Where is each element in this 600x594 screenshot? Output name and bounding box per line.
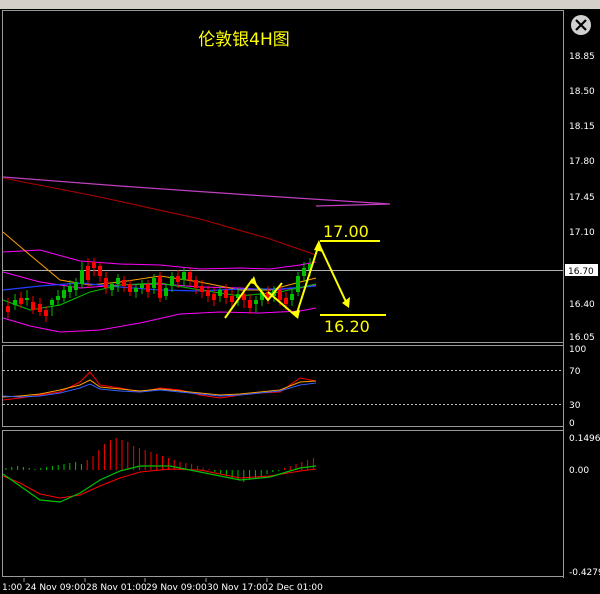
candle-body bbox=[290, 294, 294, 300]
candle-body bbox=[31, 302, 35, 310]
candle-body bbox=[74, 282, 78, 290]
candle-body bbox=[116, 278, 120, 284]
current-price-label: 16.70 bbox=[568, 267, 594, 277]
rsi-tick: 0 bbox=[569, 419, 575, 429]
price-tick: 17.80 bbox=[569, 157, 595, 167]
price-tick: 18.50 bbox=[569, 87, 595, 97]
candle-body bbox=[158, 276, 162, 298]
macd-tick: 0.00 bbox=[569, 466, 589, 476]
candle-body bbox=[13, 300, 17, 305]
candle-body bbox=[248, 300, 252, 308]
candle-body bbox=[62, 290, 66, 298]
timeframe-bar[interactable] bbox=[280, 0, 600, 9]
zoom-in-icon[interactable] bbox=[6, 0, 18, 8]
candle-body bbox=[68, 286, 72, 292]
price-tick: 17.10 bbox=[569, 228, 595, 238]
candle-body bbox=[98, 266, 102, 276]
candle-body bbox=[206, 290, 210, 296]
candle-body bbox=[122, 280, 126, 286]
price-tick: 18.85 bbox=[569, 52, 595, 62]
time-label: 2 Dec 01:00 bbox=[268, 583, 323, 593]
chart-window[interactable]: 伦敦银4H图 18.85 18.50 18.15 17.80 17.45 17.… bbox=[0, 9, 600, 594]
crosshair-icon[interactable] bbox=[96, 0, 108, 8]
price-tick: 16.40 bbox=[569, 300, 595, 310]
candle-body bbox=[110, 284, 114, 290]
candle-body bbox=[278, 290, 282, 300]
candle-body bbox=[38, 304, 42, 312]
zoom-out-icon[interactable] bbox=[22, 0, 34, 8]
price-tick: 16.05 bbox=[569, 333, 595, 343]
add-indicator-icon[interactable] bbox=[172, 0, 184, 8]
candle-body bbox=[218, 290, 222, 296]
target-down-label: 16.20 bbox=[324, 317, 370, 336]
candle-body bbox=[182, 272, 186, 280]
candle-body bbox=[230, 296, 234, 302]
candle-body bbox=[284, 298, 288, 304]
candle-body bbox=[200, 286, 204, 292]
candle-body bbox=[128, 284, 132, 292]
rsi-tick: 30 bbox=[569, 401, 581, 411]
candle-body bbox=[194, 280, 198, 288]
grid-icon[interactable] bbox=[60, 0, 72, 8]
rsi-tick: 70 bbox=[569, 367, 581, 377]
candle-body bbox=[188, 272, 192, 280]
time-label: 24 Nov 09:00 bbox=[25, 583, 86, 593]
candle-body bbox=[224, 290, 228, 298]
candle-body bbox=[134, 288, 138, 292]
candle-body bbox=[212, 294, 216, 300]
candle-body bbox=[6, 306, 10, 312]
time-label: 30 Nov 17:00 bbox=[207, 583, 268, 593]
line-tool-icon[interactable] bbox=[130, 0, 142, 8]
candle-body bbox=[176, 276, 180, 282]
macd-tick: 0.1496 bbox=[569, 434, 600, 444]
time-label: 1:00 bbox=[2, 583, 22, 593]
candle-body bbox=[86, 266, 90, 280]
candle-body bbox=[44, 310, 48, 316]
candle-body bbox=[50, 300, 54, 305]
candle-body bbox=[302, 268, 306, 276]
candle-body bbox=[170, 276, 174, 286]
target-up-label: 17.00 bbox=[323, 222, 369, 241]
macd-tick: -0.4279 bbox=[569, 568, 600, 578]
candle-body bbox=[296, 276, 300, 292]
price-tick: 17.45 bbox=[569, 193, 595, 203]
time-label: 28 Nov 01:00 bbox=[86, 583, 147, 593]
candle-body bbox=[146, 284, 150, 292]
candle-body bbox=[19, 298, 23, 304]
candle-body bbox=[152, 278, 156, 288]
close-icon[interactable] bbox=[571, 15, 591, 35]
chart-title: 伦敦银4H图 bbox=[198, 30, 290, 50]
candle-body bbox=[92, 262, 96, 268]
candle-body bbox=[56, 296, 60, 300]
time-label: 29 Nov 09:00 bbox=[146, 583, 207, 593]
candle-body bbox=[25, 298, 29, 300]
candle-body bbox=[164, 288, 168, 296]
price-tick: 18.15 bbox=[569, 122, 595, 132]
candle-body bbox=[254, 300, 258, 304]
candle-body bbox=[140, 284, 144, 288]
candle-body bbox=[104, 278, 108, 288]
rsi-tick: 100 bbox=[569, 345, 586, 355]
candle-body bbox=[80, 270, 84, 284]
